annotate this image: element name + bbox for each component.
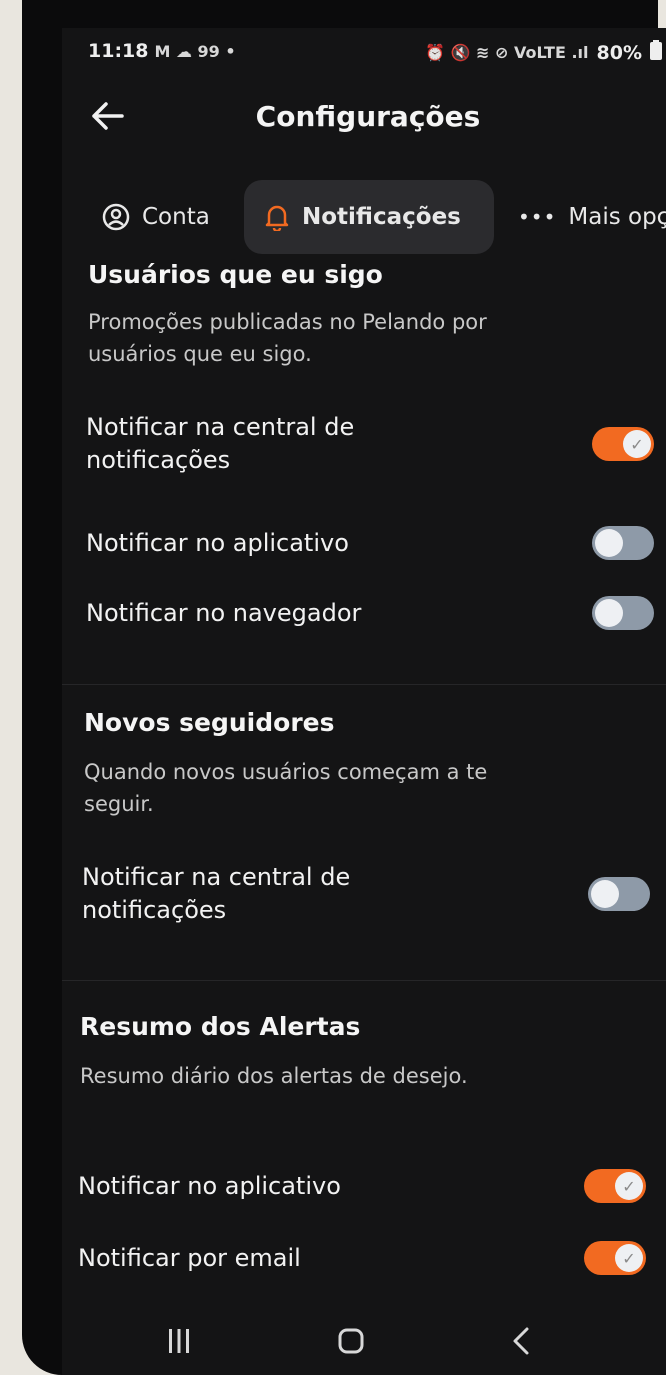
- user-circle-icon: [102, 203, 130, 231]
- toggle-row-new-followers-central[interactable]: Notificar na central de notificações: [78, 854, 658, 934]
- tab-more-options[interactable]: ••• Mais opçõ: [518, 180, 666, 254]
- tab-account-label: Conta: [142, 204, 210, 230]
- toggle-row-following-central[interactable]: Notificar na central de notificações ✓: [82, 408, 662, 480]
- toggle-row-alerts-app[interactable]: Notificar no aplicativo ✓: [74, 1158, 654, 1214]
- page-title: Configurações: [255, 100, 481, 133]
- toggle-switch-off[interactable]: [592, 596, 654, 630]
- phone-frame: 11:18 M ☁ 99 • ⏰ 🔇 ≋ ⊘ VoLTE .ıl 80% Con…: [22, 0, 666, 1375]
- section-title-new-followers: Novos seguidores: [84, 708, 335, 737]
- section-divider: [62, 684, 666, 685]
- toggle-label: Notificar no navegador: [86, 598, 362, 627]
- status-notification-icons: M ☁ 99 •: [154, 41, 236, 61]
- toggle-switch-off[interactable]: [588, 877, 650, 911]
- section-desc-alerts-summary: Resumo diário dos alertas de desejo.: [80, 1064, 468, 1088]
- recents-icon: [169, 1329, 189, 1353]
- toggle-row-following-app[interactable]: Notificar no aplicativo: [82, 518, 662, 568]
- check-icon: ✓: [615, 1244, 643, 1272]
- bell-icon: [265, 205, 289, 231]
- nav-back-button[interactable]: [498, 1318, 544, 1364]
- recents-button[interactable]: [156, 1318, 202, 1364]
- section-desc-following: Promoções publicadas no Pelando por usuá…: [88, 310, 487, 366]
- toggle-row-alerts-email[interactable]: Notificar por email ✓: [74, 1230, 654, 1286]
- tab-account[interactable]: Conta: [102, 180, 210, 254]
- toggle-switch-on[interactable]: ✓: [584, 1169, 646, 1203]
- back-chevron-icon: [513, 1327, 529, 1355]
- section-divider: [62, 980, 666, 981]
- toggle-label: Notificar no aplicativo: [86, 528, 349, 557]
- toggle-label: Notificar na central de notificações: [86, 413, 355, 474]
- settings-tabs: Conta Notificações ••• Mais opçõ: [62, 180, 666, 254]
- status-system-icons: ⏰ 🔇 ≋ ⊘ VoLTE .ıl: [425, 43, 589, 62]
- check-icon: ✓: [615, 1172, 643, 1200]
- screen: 11:18 M ☁ 99 • ⏰ 🔇 ≋ ⊘ VoLTE .ıl 80% Con…: [62, 28, 666, 1375]
- section-title-alerts-summary: Resumo dos Alertas: [80, 1012, 361, 1041]
- status-bar: 11:18 M ☁ 99 • ⏰ 🔇 ≋ ⊘ VoLTE .ıl 80%: [62, 34, 666, 68]
- toggle-row-following-browser[interactable]: Notificar no navegador: [82, 586, 662, 640]
- tab-notifications[interactable]: Notificações: [244, 180, 494, 254]
- toggle-label: Notificar por email: [78, 1243, 301, 1272]
- system-nav-bar: [62, 1308, 666, 1375]
- toggle-label: Notificar na central de notificações: [82, 863, 351, 924]
- tab-notifications-label: Notificações: [302, 204, 461, 230]
- section-desc-new-followers: Quando novos usuários começam a te segui…: [84, 760, 488, 816]
- toggle-switch-on[interactable]: ✓: [592, 427, 654, 461]
- home-icon: [338, 1328, 364, 1354]
- more-dots-icon: •••: [518, 205, 557, 229]
- status-time: 11:18: [88, 40, 149, 62]
- tab-more-label: Mais opçõ: [568, 204, 666, 230]
- app-bar: Configurações: [62, 88, 666, 148]
- toggle-switch-on[interactable]: ✓: [584, 1241, 646, 1275]
- section-title-following: Usuários que eu sigo: [88, 260, 383, 289]
- toggle-switch-off[interactable]: [592, 526, 654, 560]
- battery-level: 80%: [596, 41, 642, 64]
- toggle-label: Notificar no aplicativo: [78, 1171, 341, 1200]
- home-button[interactable]: [328, 1318, 374, 1364]
- battery-icon: [650, 40, 662, 65]
- check-icon: ✓: [623, 430, 651, 458]
